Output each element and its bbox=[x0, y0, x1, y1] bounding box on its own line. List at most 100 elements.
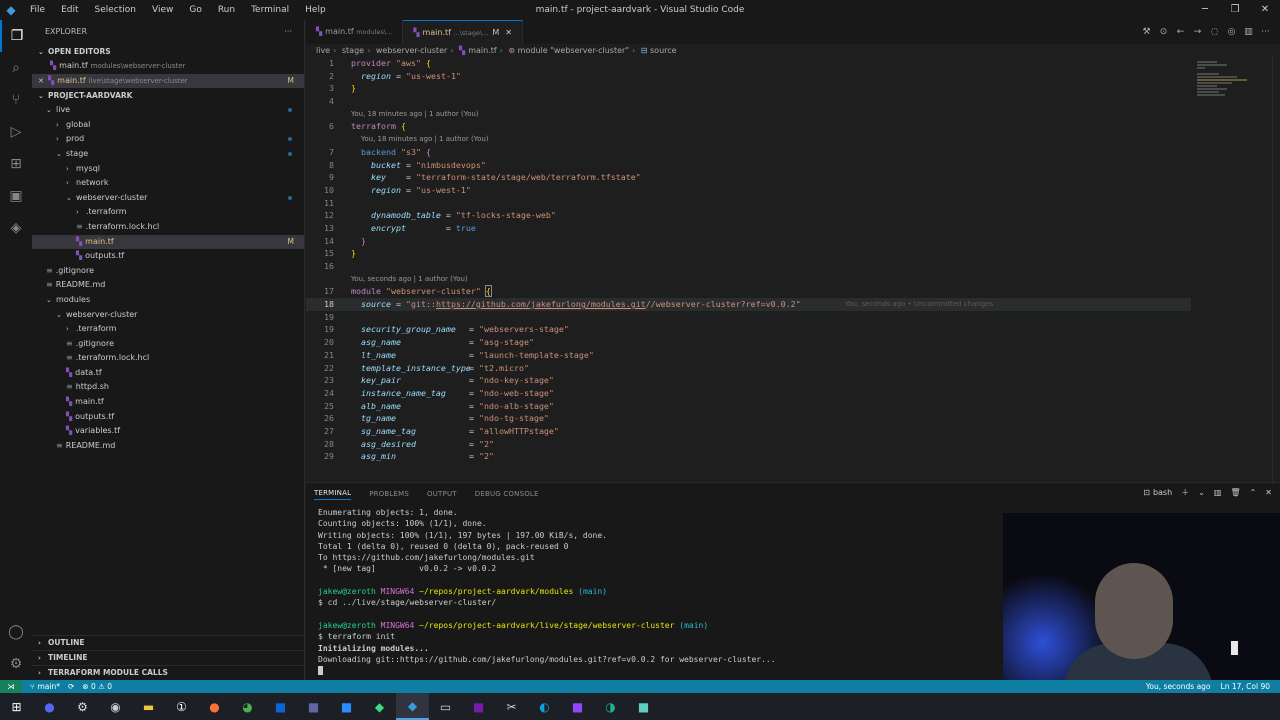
tab-debug-console[interactable]: DEBUG CONSOLE bbox=[475, 490, 539, 498]
breadcrumb-item[interactable]: webserver-cluster bbox=[376, 46, 447, 55]
new-terminal-icon[interactable]: ＋ bbox=[1181, 487, 1189, 498]
terminal-dropdown-icon[interactable]: ⌄ bbox=[1198, 488, 1205, 497]
tree-item[interactable]: › network bbox=[32, 176, 304, 191]
explorer-icon[interactable]: ▬ bbox=[132, 693, 165, 720]
tree-item[interactable]: ▚ main.tf bbox=[32, 395, 304, 410]
tree-item[interactable]: › mysql bbox=[32, 162, 304, 177]
tree-item[interactable]: ≡ README.md bbox=[32, 278, 304, 293]
menu-view[interactable]: View bbox=[144, 0, 181, 20]
tab-main-tf-modules[interactable]: ▚ main.tf modules\... bbox=[306, 20, 404, 44]
menu-edit[interactable]: Edit bbox=[53, 0, 86, 20]
tree-item[interactable]: ≡ .gitignore bbox=[32, 337, 304, 352]
open-changes-icon[interactable]: ⊙ bbox=[1155, 27, 1172, 37]
tree-item[interactable]: ⌄ webserver-cluster bbox=[32, 308, 304, 323]
go-back-icon[interactable]: ← bbox=[1172, 27, 1189, 37]
edge-dev-icon[interactable]: ◑ bbox=[594, 693, 627, 720]
explorer-icon[interactable]: ❐ bbox=[0, 20, 32, 52]
problems-count[interactable]: ⊗ 0 ⚠ 0 bbox=[82, 682, 112, 691]
account-icon[interactable]: ◯ bbox=[0, 616, 32, 648]
android-studio-icon[interactable]: ◆ bbox=[363, 693, 396, 720]
source-control-icon[interactable]: ⑂ bbox=[0, 84, 32, 116]
app-icon[interactable]: ■ bbox=[627, 693, 660, 720]
terminal-shell-name[interactable]: bash bbox=[1153, 488, 1172, 497]
menu-terminal[interactable]: Terminal bbox=[243, 0, 297, 20]
onepassword-icon[interactable]: ① bbox=[165, 693, 198, 720]
onenote-icon[interactable]: ■ bbox=[462, 693, 495, 720]
menu-go[interactable]: Go bbox=[181, 0, 209, 20]
breadcrumb-item[interactable]: stage bbox=[342, 46, 364, 55]
editor-more-icon[interactable]: ··· bbox=[1257, 27, 1274, 37]
tree-item[interactable]: ≡ httpd.sh bbox=[32, 380, 304, 395]
tab-terminal[interactable]: TERMINAL bbox=[314, 489, 352, 500]
menu-selection[interactable]: Selection bbox=[87, 0, 144, 20]
tree-item[interactable]: › prod bbox=[32, 132, 304, 147]
docker-icon[interactable]: ◈ bbox=[0, 212, 32, 244]
split-terminal-icon[interactable]: ▥ bbox=[1214, 488, 1222, 497]
terminal-output[interactable]: Enumerating objects: 1, done. Counting o… bbox=[318, 507, 1008, 676]
snipping-icon[interactable]: ✂ bbox=[495, 693, 528, 720]
open-editor-item-active[interactable]: ✕ ▚ main.tf live\stage\webserver-cluster M bbox=[32, 73, 304, 89]
obs-icon[interactable]: ◉ bbox=[99, 693, 132, 720]
vscode-icon[interactable]: ◆ bbox=[396, 693, 429, 720]
firefox-icon[interactable]: ● bbox=[198, 693, 231, 720]
search-icon[interactable]: ⌕ bbox=[0, 52, 32, 84]
go-forward-icon[interactable]: → bbox=[1189, 27, 1206, 37]
minimap[interactable] bbox=[1191, 57, 1271, 482]
project-section[interactable]: ⌄ PROJECT-AARDVARK bbox=[32, 88, 304, 103]
teams-icon[interactable]: ■ bbox=[297, 693, 330, 720]
tree-item[interactable]: ▚ outputs.tf bbox=[32, 410, 304, 425]
tree-item[interactable]: ▚ data.tf bbox=[32, 366, 304, 381]
codelens-blame[interactable]: You, 18 minutes ago | 1 author (You) bbox=[306, 108, 1191, 121]
remote-indicator-icon[interactable]: ⋊ bbox=[0, 680, 22, 693]
terminal-icon[interactable]: ▭ bbox=[429, 693, 462, 720]
cursor-position[interactable]: Ln 17, Col 90 bbox=[1221, 682, 1270, 691]
blame-status[interactable]: You, seconds ago bbox=[1146, 682, 1211, 691]
close-window-icon[interactable]: ✕ bbox=[1250, 0, 1280, 20]
terraform-action-icon[interactable]: ⚒ bbox=[1138, 27, 1155, 37]
maximize-panel-icon[interactable]: ⌃ bbox=[1250, 488, 1257, 497]
open-editors-section[interactable]: ⌄ OPEN EDITORS bbox=[32, 44, 304, 59]
close-tab-icon[interactable]: ✕ bbox=[505, 28, 512, 37]
tree-item[interactable]: ≡ .terraform.lock.hcl bbox=[32, 351, 304, 366]
editor-scrollbar[interactable] bbox=[1272, 57, 1280, 482]
tree-item[interactable]: ≡ .gitignore bbox=[32, 264, 304, 279]
tree-item[interactable]: ⌄ stage bbox=[32, 147, 304, 162]
tree-item[interactable]: › .terraform bbox=[32, 205, 304, 220]
menu-run[interactable]: Run bbox=[210, 0, 243, 20]
menu-help[interactable]: Help bbox=[297, 0, 334, 20]
sync-icon[interactable]: ⟳ bbox=[68, 682, 74, 691]
codelens-blame[interactable]: You, seconds ago | 1 author (You) bbox=[306, 273, 1191, 286]
tree-item[interactable]: ▚ main.tf M bbox=[32, 234, 304, 250]
chrome-icon[interactable]: ◕ bbox=[231, 693, 264, 720]
codelens-blame[interactable]: You, 18 minutes ago | 1 author (You) bbox=[306, 133, 1191, 146]
outline-section[interactable]: › OUTLINE bbox=[32, 635, 305, 650]
tree-item[interactable]: ⌄ live bbox=[32, 103, 304, 118]
settings-icon[interactable]: ⚙ bbox=[66, 693, 99, 720]
tab-problems[interactable]: PROBLEMS bbox=[369, 490, 409, 498]
run-debug-icon[interactable]: ▷ bbox=[0, 116, 32, 148]
close-editor-icon[interactable]: ✕ bbox=[38, 74, 48, 89]
twitch-icon[interactable]: ■ bbox=[561, 693, 594, 720]
split-editor-icon[interactable]: ▥ bbox=[1240, 27, 1257, 37]
edge-icon[interactable]: ◐ bbox=[528, 693, 561, 720]
breadcrumb-item[interactable]: main.tf bbox=[468, 46, 496, 55]
code-editor[interactable]: 1 provider "aws" { 2 region = "us-west-1"… bbox=[306, 57, 1191, 482]
tree-item[interactable]: ▚ variables.tf bbox=[32, 424, 304, 439]
tree-item[interactable]: › .terraform bbox=[32, 322, 304, 337]
kill-terminal-icon[interactable]: 🗑 bbox=[1230, 488, 1240, 497]
timeline-section[interactable]: › TIMELINE bbox=[32, 650, 305, 665]
breadcrumb-item[interactable]: source bbox=[650, 46, 677, 55]
tree-item[interactable]: ▚ outputs.tf bbox=[32, 249, 304, 264]
compare-icon[interactable]: ◎ bbox=[1223, 27, 1240, 37]
tree-item[interactable]: ≡ .terraform.lock.hcl bbox=[32, 220, 304, 235]
tree-item[interactable]: ≡ README.md bbox=[32, 439, 304, 454]
terraform-module-calls-section[interactable]: › TERRAFORM MODULE CALLS bbox=[32, 665, 305, 680]
close-panel-icon[interactable]: ✕ bbox=[1265, 488, 1272, 497]
tree-item[interactable]: ⌄ modules bbox=[32, 293, 304, 308]
windows-icon[interactable]: ⊞ bbox=[0, 693, 33, 720]
tree-item[interactable]: ⌄ webserver-cluster bbox=[32, 191, 304, 206]
git-branch[interactable]: main* bbox=[38, 682, 61, 691]
more-actions-icon[interactable]: ··· bbox=[284, 20, 292, 44]
breadcrumb-item[interactable]: module "webserver-cluster" bbox=[518, 46, 629, 55]
menu-file[interactable]: File bbox=[22, 0, 53, 20]
